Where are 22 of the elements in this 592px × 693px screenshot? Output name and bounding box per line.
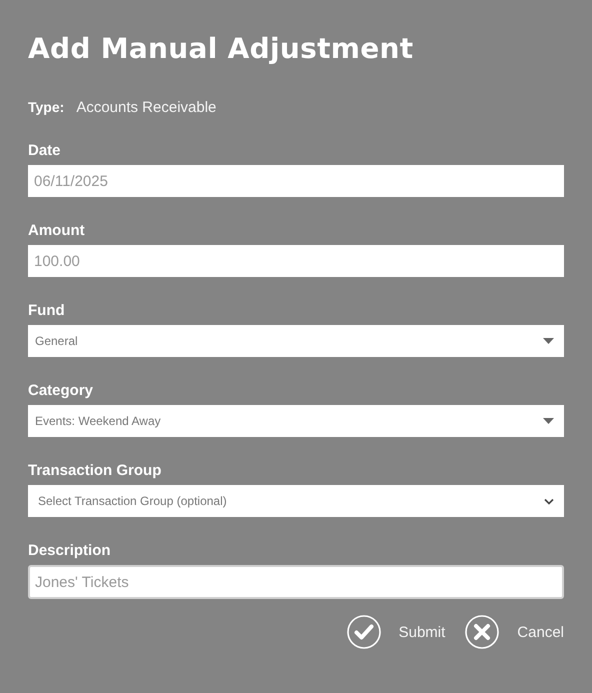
- dropdown-field[interactable]: Events: Weekend Away: [28, 405, 564, 437]
- input-field[interactable]: 06/11/2025: [28, 165, 564, 197]
- submit-button[interactable]: Submit: [346, 615, 446, 649]
- field-label: Fund: [28, 301, 65, 321]
- field-label: Amount: [28, 221, 85, 241]
- dropdown-field[interactable]: General: [28, 325, 564, 357]
- close-icon: [465, 615, 500, 649]
- chevron-icon: [544, 498, 554, 504]
- input-field[interactable]: 100.00: [28, 245, 564, 277]
- input-field[interactable]: Jones' Tickets: [28, 565, 564, 599]
- type-value: Accounts Receivable: [76, 99, 216, 116]
- field-label: Date: [28, 141, 61, 161]
- checkmark-icon: [346, 615, 381, 649]
- cancel-button[interactable]: Cancel: [465, 615, 564, 649]
- field-label: Description: [28, 541, 111, 561]
- dialog-title: Add Manual Adjustment: [28, 31, 414, 67]
- field-label: Transaction Group: [28, 461, 162, 481]
- caret-icon: [543, 418, 554, 424]
- dropdown-field[interactable]: Select Transaction Group (optional): [28, 485, 564, 517]
- type-label: Type:: [28, 99, 64, 115]
- caret-icon: [543, 338, 554, 344]
- field-label: Category: [28, 381, 94, 401]
